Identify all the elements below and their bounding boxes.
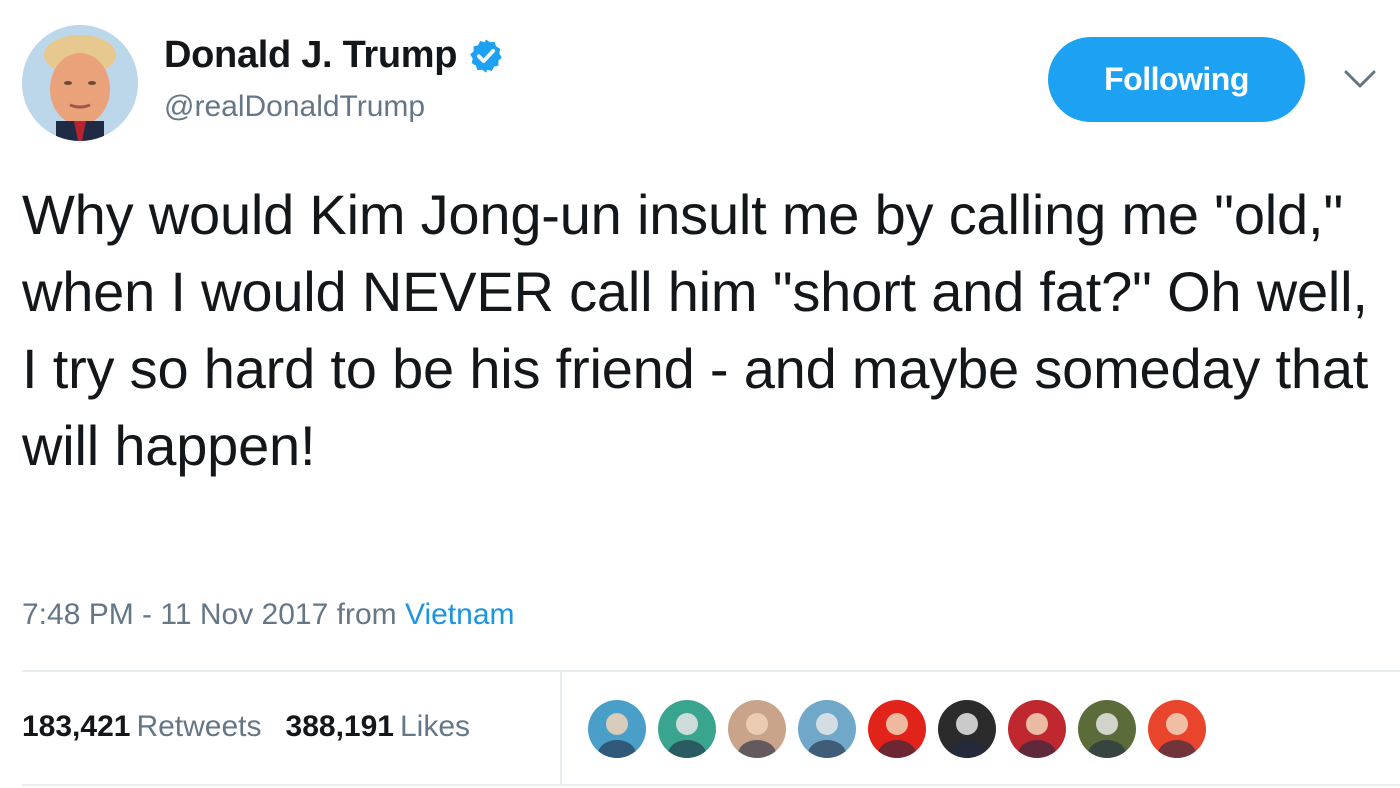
stats-divider	[560, 672, 562, 784]
retweets-label: Retweets	[136, 710, 262, 743]
divider-top	[22, 670, 1400, 672]
from-label: from	[336, 598, 397, 631]
author-avatar[interactable]	[22, 25, 138, 141]
tweet-card: Donald J. Trump @realDonaldTrump Followi…	[0, 0, 1400, 788]
divider-bottom	[22, 784, 1400, 786]
verified-badge-icon	[470, 38, 503, 73]
liker-avatar-1-icon[interactable]	[588, 700, 646, 758]
likes-label: Likes	[399, 710, 471, 743]
liker-avatar-9-icon[interactable]	[1148, 700, 1206, 758]
tweet-text: Why would Kim Jong-un insult me by calli…	[22, 183, 1369, 477]
retweets-count: 183,421	[22, 710, 131, 743]
location-link[interactable]: Vietnam	[405, 598, 515, 631]
likes-stat[interactable]: 388,191 Likes	[286, 710, 471, 744]
author-name[interactable]: Donald J. Trump	[164, 34, 458, 77]
tweet-timestamp[interactable]: 7:48 PM - 11 Nov 2017	[22, 598, 328, 631]
liker-avatar-7-icon[interactable]	[1008, 700, 1066, 758]
liker-avatar-8-icon[interactable]	[1078, 700, 1136, 758]
likes-count: 388,191	[285, 710, 394, 743]
following-button[interactable]: Following	[1048, 37, 1305, 122]
liker-avatar-5-icon[interactable]	[868, 700, 926, 758]
timestamp-row: 7:48 PM - 11 Nov 2017 from Vietnam	[22, 598, 515, 632]
avatar-portrait-icon	[22, 25, 138, 141]
liker-avatar-4-icon[interactable]	[798, 700, 856, 758]
tweet-stats: 183,421 Retweets 388,191 Likes	[22, 710, 494, 744]
liker-avatar-3-icon[interactable]	[728, 700, 786, 758]
liker-avatars	[588, 700, 1218, 758]
retweets-stat[interactable]: 183,421 Retweets	[22, 710, 262, 744]
liker-avatar-6-icon[interactable]	[938, 700, 996, 758]
author-name-row[interactable]: Donald J. Trump	[164, 34, 505, 77]
liker-avatar-2-icon[interactable]	[658, 700, 716, 758]
author-handle[interactable]: @realDonaldTrump	[164, 90, 425, 124]
chevron-down-icon[interactable]	[1340, 64, 1380, 94]
